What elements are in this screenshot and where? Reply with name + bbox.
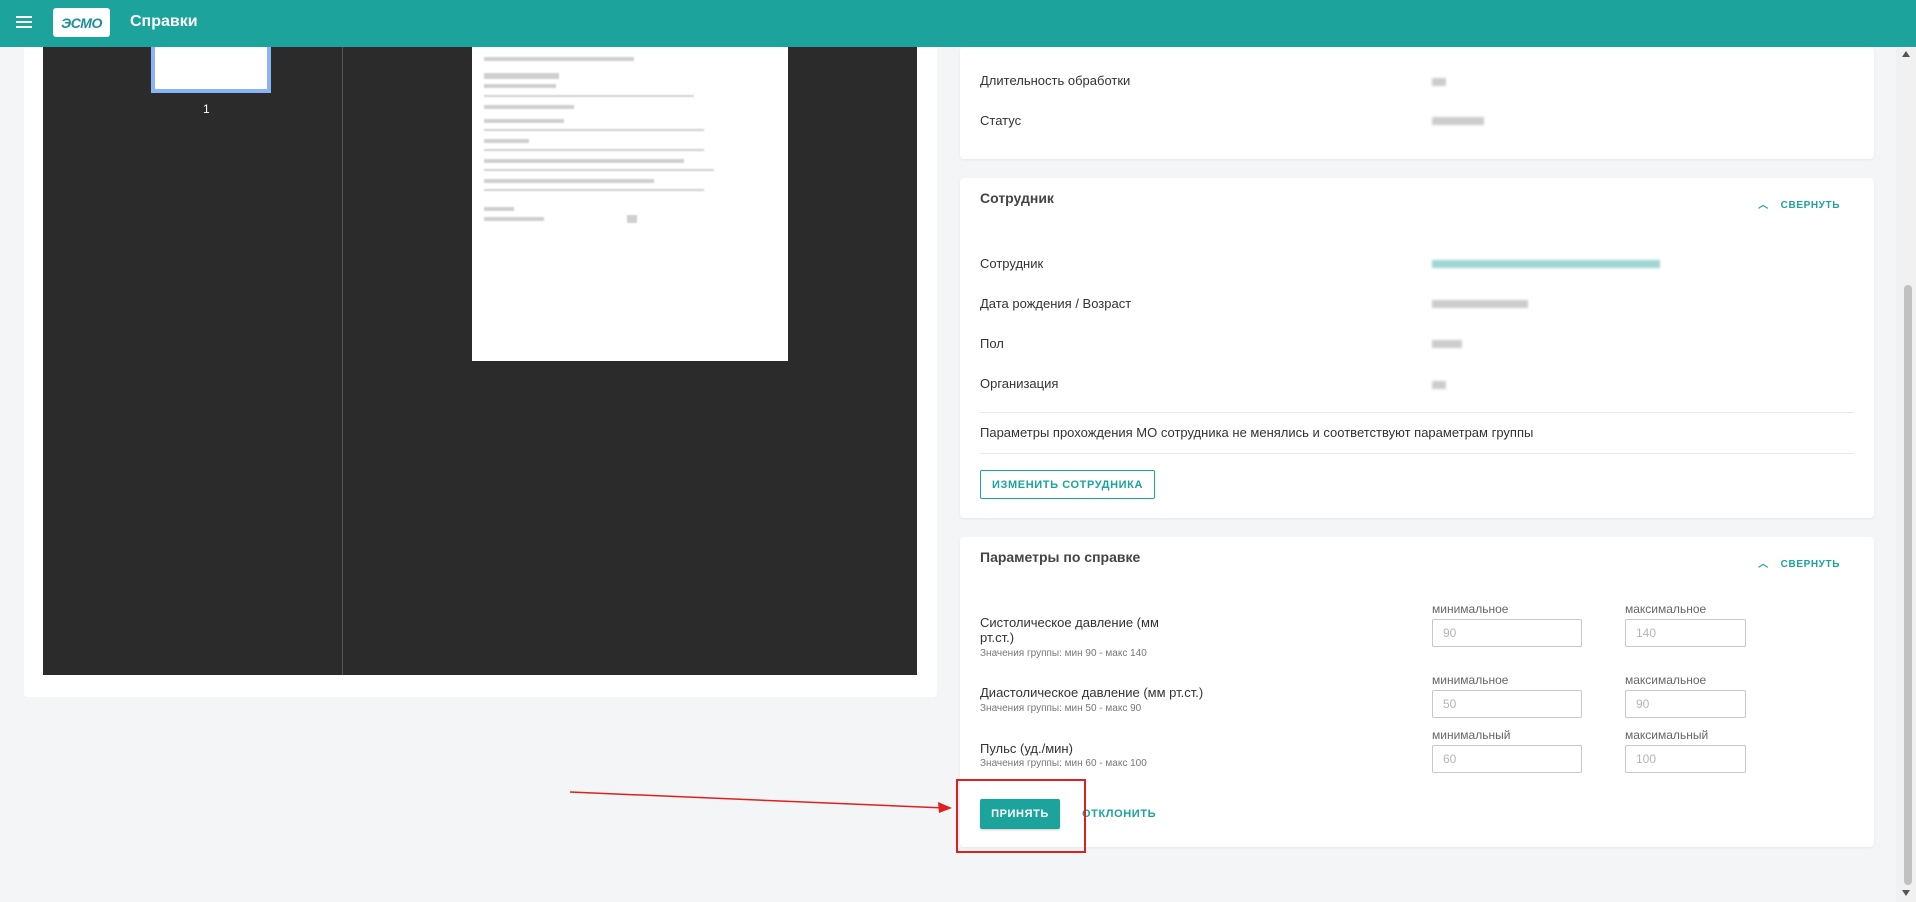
systolic-hint: Значения группы: мин 90 - макс 140 [980,648,1147,659]
processing-duration-value [1432,78,1446,86]
chevron-up-icon: ︿ [1758,200,1769,211]
diastolic-hint: Значения группы: мин 50 - макс 90 [980,703,1142,714]
pulse-min-caption: минимальный [1432,728,1511,742]
thumbnails-pane: 1 [43,47,343,675]
reject-button[interactable]: ОТКЛОНИТЬ [1082,799,1156,829]
hamburger-menu-icon[interactable] [16,16,32,30]
annotation-arrow [569,791,952,813]
annotation-highlight-box [956,779,1086,853]
organization-value [1432,381,1446,389]
app-logo[interactable]: ЭСМО [53,8,110,37]
pulse-label: Пульс (уд./мин) [980,741,1073,756]
document-page[interactable] [472,47,788,361]
birthdate-age-value [1432,300,1528,308]
page-title: Справки [130,13,198,30]
pdf-viewer[interactable]: 1 [43,47,917,675]
gender-label: Пол [980,336,1004,351]
page-thumbnail[interactable] [151,47,271,93]
systolic-min-input[interactable] [1432,619,1582,647]
diastolic-min-input[interactable] [1432,690,1582,718]
thumbnail-page-number: 1 [203,102,210,116]
diastolic-min-caption: минимальное [1432,673,1509,687]
processing-duration-label: Длительность обработки [980,73,1131,88]
pulse-min-input[interactable] [1432,745,1582,773]
employee-collapse-button[interactable]: ︿ СВЕРНУТЬ [1758,196,1840,211]
gender-value [1432,340,1462,348]
pulse-hint: Значения группы: мин 60 - макс 100 [980,758,1147,769]
scroll-down-arrow-icon[interactable] [1902,890,1910,896]
employee-name-link[interactable] [1432,260,1660,268]
params-card-title: Параметры по справке [980,549,1141,565]
employee-card-title: Сотрудник [980,190,1054,206]
status-value [1432,117,1484,125]
pulse-max-input[interactable] [1625,745,1746,773]
divider [980,453,1854,454]
birthdate-age-label: Дата рождения / Возраст [980,296,1132,311]
change-employee-button[interactable]: ИЗМЕНИТЬ СОТРУДНИКА [980,470,1155,499]
status-label: Статус [980,113,1022,128]
employee-card: Сотрудник ︿ СВЕРНУТЬ Сотрудник Дата рожде… [960,178,1874,518]
scrollbar-thumb[interactable] [1904,285,1912,885]
systolic-max-caption: максимальное [1625,602,1707,616]
systolic-max-input[interactable] [1625,619,1746,647]
employee-label: Сотрудник [980,256,1044,271]
organization-label: Организация [980,376,1059,391]
processing-info-card: Длительность обработки Статус [960,47,1874,159]
scroll-up-arrow-icon[interactable] [1902,51,1910,57]
diastolic-label: Диастолическое давление (мм рт.ст.) [980,685,1204,700]
diastolic-max-input[interactable] [1625,690,1746,718]
params-collapse-button[interactable]: ︿ СВЕРНУТЬ [1758,555,1840,570]
diastolic-max-caption: максимальное [1625,673,1707,687]
certificate-params-card: Параметры по справке ︿ СВЕРНУТЬ Систоличе… [960,537,1874,847]
top-app-bar: ЭСМО Справки [0,0,1916,47]
systolic-label: Систолическое давление (мм рт.ст.) [980,615,1159,645]
systolic-min-caption: минимальное [1432,602,1509,616]
divider [980,412,1854,413]
chevron-up-icon: ︿ [1758,559,1769,570]
params-unchanged-info: Параметры прохождения МО сотрудника не м… [980,425,1534,440]
pulse-max-caption: максимальный [1625,728,1709,742]
